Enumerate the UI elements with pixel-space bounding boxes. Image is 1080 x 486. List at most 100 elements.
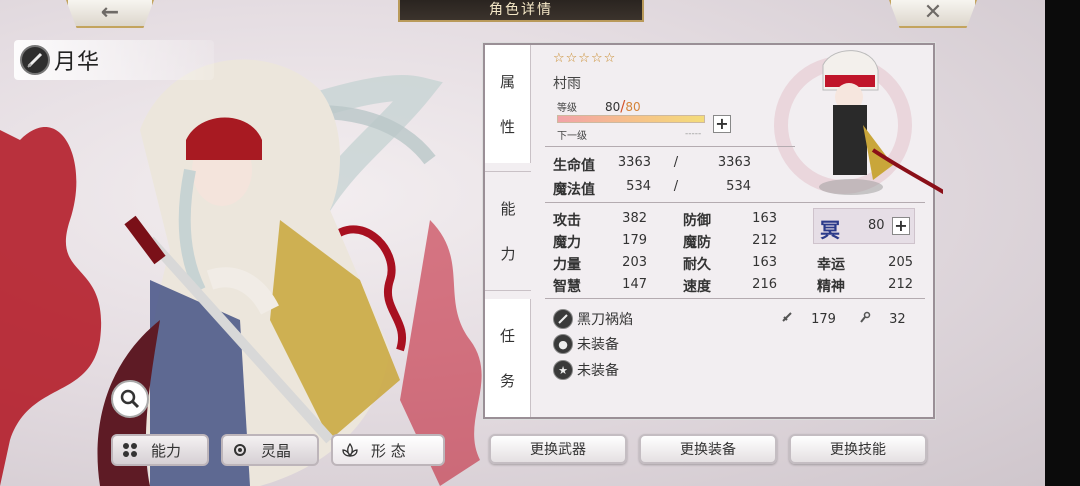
- stat-wisdom-value: 147: [622, 277, 647, 292]
- character-detail-panel: 属 性 能 力 任 务 ☆☆☆☆☆ 村雨 等级 80 / 80 + 下一级 ----…: [483, 43, 943, 419]
- level-current: 80: [605, 100, 621, 114]
- close-button[interactable]: ✕: [889, 0, 977, 28]
- weapon-magic-value: 32: [889, 312, 906, 327]
- bomb-icon: ●: [553, 334, 573, 354]
- character-name-plate: 月华: [14, 40, 214, 80]
- form-button-label: 形 态: [371, 441, 406, 460]
- equipment-slot-2[interactable]: ● 未装备: [553, 334, 619, 354]
- stat-magic-defense-value: 212: [752, 233, 777, 248]
- seal-value: 80: [868, 218, 885, 233]
- sword-icon: [781, 312, 797, 327]
- stat-defense-label: 防御: [683, 213, 711, 229]
- hp-max: 3363: [717, 155, 751, 170]
- stat-spirit: 精神 212: [817, 276, 913, 296]
- stat-luck-value: 205: [888, 255, 913, 270]
- divider: [545, 298, 925, 299]
- weapon-title: 村雨: [553, 76, 581, 92]
- tab-attributes-label-2: 性: [499, 118, 515, 136]
- divider: [545, 146, 795, 147]
- tab-mission-label-2: 务: [499, 372, 515, 390]
- change-skill-button[interactable]: 更换技能: [789, 434, 927, 464]
- character-chibi-portrait: [774, 50, 943, 195]
- weapon-magic-stat: 32: [859, 311, 906, 327]
- mp-current: 534: [626, 179, 651, 194]
- blade-icon: [553, 309, 573, 329]
- gear-icon: [229, 439, 251, 461]
- screen-edge: [1045, 0, 1080, 486]
- stat-luck-label: 幸运: [817, 257, 845, 273]
- stat-wisdom: 智慧 147: [553, 276, 647, 296]
- stat-speed-value: 216: [752, 277, 777, 292]
- staff-icon: [859, 311, 875, 327]
- seal-add-button[interactable]: +: [892, 217, 910, 235]
- weapon-attack-stat: 179: [781, 311, 836, 327]
- stat-spirit-label: 精神: [817, 279, 845, 295]
- hp-label: 生命值: [553, 158, 595, 174]
- stat-attack-value: 382: [622, 211, 647, 226]
- tab-mission-label-1: 任: [499, 327, 515, 345]
- stat-strength-value: 203: [622, 255, 647, 270]
- seal-glyph-icon: 冥: [820, 218, 840, 242]
- stat-magic-defense-label: 魔防: [683, 235, 711, 251]
- hp-separator: /: [673, 155, 679, 170]
- equipped-weapon-name: 黑刀祸焰: [577, 312, 633, 328]
- divider: [545, 202, 925, 203]
- blade-emblem-icon: [20, 45, 50, 75]
- crystal-button[interactable]: 灵晶: [221, 434, 319, 466]
- tab-ability-label-2: 力: [500, 245, 516, 263]
- rarity-stars: ☆☆☆☆☆: [553, 51, 617, 66]
- hp-row: 生命值 3363 / 3363: [553, 155, 751, 175]
- stat-magic-label: 魔力: [553, 235, 581, 251]
- level-progress-bar: [557, 115, 705, 123]
- star-badge-icon: ★: [553, 360, 573, 380]
- stat-wisdom-label: 智慧: [553, 279, 581, 295]
- tab-attributes-label-1: 属: [499, 73, 515, 91]
- panel-tab-column: 属 性 能 力 任 务: [485, 45, 531, 417]
- stat-luck: 幸运 205: [817, 254, 913, 274]
- level-max: 80: [625, 100, 641, 114]
- stat-magic-value: 179: [622, 233, 647, 248]
- stat-magic: 魔力 179: [553, 232, 647, 252]
- stat-strength-label: 力量: [553, 257, 581, 273]
- tab-mission[interactable]: 任 务: [485, 299, 531, 417]
- seal-panel: 冥 80 +: [813, 208, 915, 244]
- magnifier-icon: [120, 389, 140, 409]
- close-icon: ✕: [923, 0, 943, 25]
- stat-strength: 力量 203: [553, 254, 647, 274]
- next-level-label: 下一级: [557, 131, 587, 142]
- stat-defense: 防御 163: [683, 210, 777, 230]
- tab-ability-label-1: 能: [500, 200, 516, 218]
- stat-attack-label: 攻击: [553, 213, 581, 229]
- mp-label: 魔法值: [553, 182, 595, 198]
- stat-endurance: 耐久 163: [683, 254, 777, 274]
- grid-icon: [119, 439, 141, 461]
- equipped-weapon-row[interactable]: 黑刀祸焰: [553, 309, 633, 329]
- stat-attack: 攻击 382: [553, 210, 647, 230]
- hp-current: 3363: [617, 155, 651, 170]
- page-title: 角色详情: [398, 0, 644, 22]
- level-up-button[interactable]: +: [713, 115, 731, 133]
- tab-ability[interactable]: 能 力: [485, 171, 531, 291]
- next-level-value: -----: [685, 129, 702, 139]
- tab-attributes[interactable]: 属 性: [485, 45, 531, 163]
- equipment-slot-2-label: 未装备: [577, 337, 619, 353]
- stat-speed-label: 速度: [683, 279, 711, 295]
- back-button[interactable]: ←: [66, 0, 154, 28]
- form-button[interactable]: 形 态: [331, 434, 445, 466]
- level-label: 等级: [557, 103, 577, 114]
- stat-spirit-value: 212: [888, 277, 913, 292]
- change-weapon-button[interactable]: 更换武器: [489, 434, 627, 464]
- stat-endurance-label: 耐久: [683, 257, 711, 273]
- equipment-slot-3-label: 未装备: [577, 363, 619, 379]
- zoom-button[interactable]: [111, 380, 149, 418]
- ability-button[interactable]: 能力: [111, 434, 209, 466]
- character-name: 月华: [54, 50, 101, 75]
- mp-row: 魔法值 534 / 534: [553, 179, 751, 199]
- mp-max: 534: [726, 179, 751, 194]
- crystal-button-label: 灵晶: [261, 441, 292, 460]
- change-equipment-button[interactable]: 更换装备: [639, 434, 777, 464]
- equipment-slot-3[interactable]: ★ 未装备: [553, 360, 619, 380]
- back-arrow-icon: ←: [100, 0, 120, 25]
- stat-defense-value: 163: [752, 211, 777, 226]
- stat-speed: 速度 216: [683, 276, 777, 296]
